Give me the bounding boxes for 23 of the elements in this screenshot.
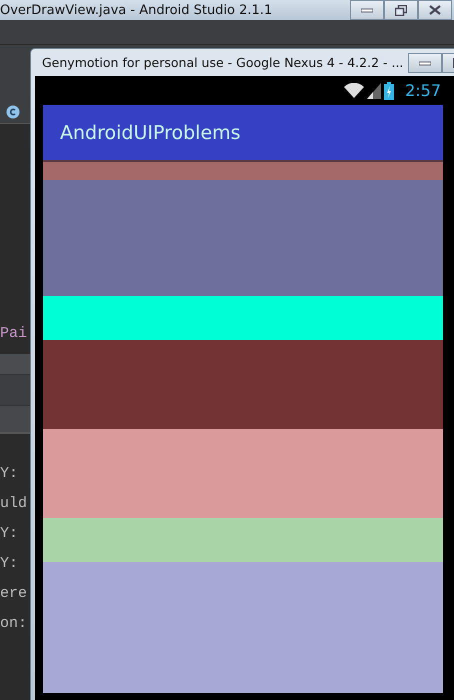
console-text: on: — [0, 614, 28, 634]
close-button[interactable] — [418, 0, 452, 20]
console-text: Y: — [0, 464, 20, 484]
console-text: ere — [0, 584, 28, 604]
restore-button[interactable] — [384, 0, 418, 20]
console-text: uld — [0, 494, 28, 514]
app-title: AndroidUIProblems — [60, 122, 241, 144]
window-title: OverDrawView.java - Android Studio 2.1.1 — [0, 2, 272, 18]
minimize-icon — [361, 7, 373, 13]
wifi-icon — [344, 82, 364, 98]
restore-icon — [395, 4, 407, 16]
minimize-icon — [419, 60, 432, 66]
minimize-button[interactable] — [408, 52, 442, 72]
console-text: Y: — [0, 524, 20, 544]
signal-icon — [367, 82, 382, 98]
minimize-button[interactable] — [350, 0, 384, 20]
window-title: Genymotion for personal use - Google Nexus 4 - 4.2.2 - ... — [42, 55, 404, 70]
battery-icon — [384, 82, 394, 100]
console-text: Y: — [0, 554, 20, 574]
close-icon — [429, 5, 441, 15]
code-text: Pai — [0, 324, 28, 344]
class-icon[interactable] — [6, 105, 20, 119]
clock-time: 2:57 — [405, 81, 441, 100]
